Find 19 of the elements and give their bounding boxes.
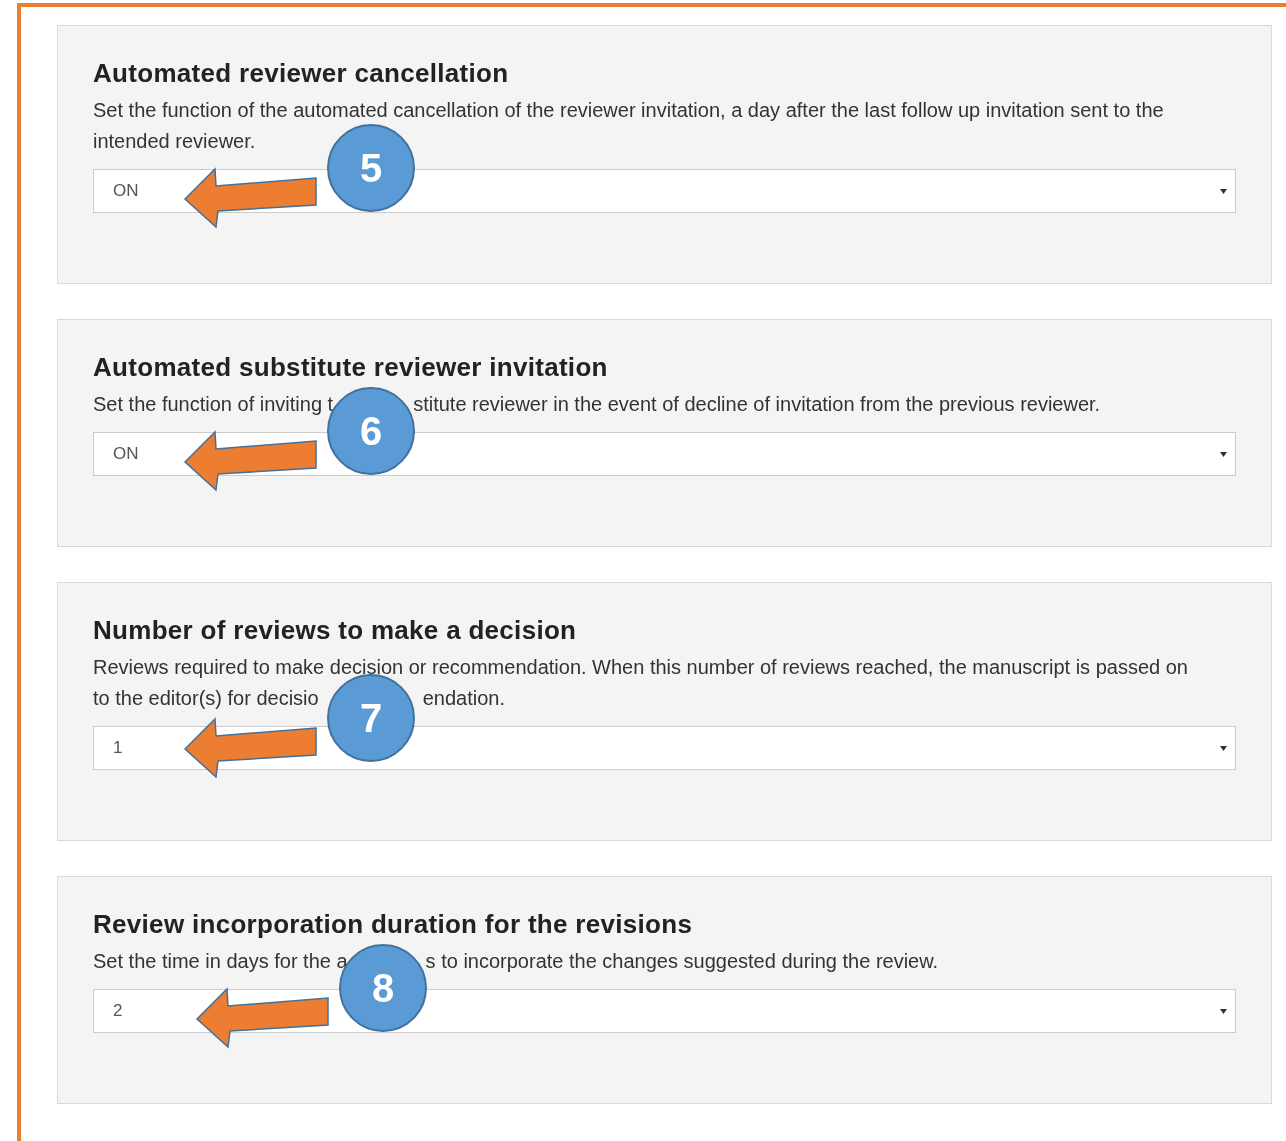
arrow-icon <box>195 987 331 1051</box>
caret-icon <box>1220 745 1227 751</box>
section-title: Automated substitute reviewer invitation <box>93 352 609 383</box>
section-description: endation. <box>422 687 505 709</box>
arrow-icon <box>183 717 319 781</box>
step-number-badge: 5 <box>327 124 415 212</box>
arrow-icon <box>183 167 319 231</box>
section-title: Number of reviews to make a decision <box>93 615 578 646</box>
caret-icon <box>1220 1008 1227 1014</box>
caret-icon <box>1220 451 1227 457</box>
section-description: to the editor(s) for decisio <box>93 687 319 709</box>
section-description: stitute reviewer in the event of decline of invitation from the previous reviewer. <box>413 393 1101 415</box>
section-description: Set the function of inviting t <box>93 393 334 415</box>
step-number-badge: 7 <box>327 674 415 762</box>
caret-icon <box>1220 188 1227 194</box>
section-title: Automated reviewer cancellation <box>93 58 510 89</box>
arrow-icon <box>183 430 319 494</box>
section-description: s to incorporate the changes suggested during the review. <box>425 950 939 972</box>
section-title: Review incorporation duration for the revisions <box>93 909 694 940</box>
